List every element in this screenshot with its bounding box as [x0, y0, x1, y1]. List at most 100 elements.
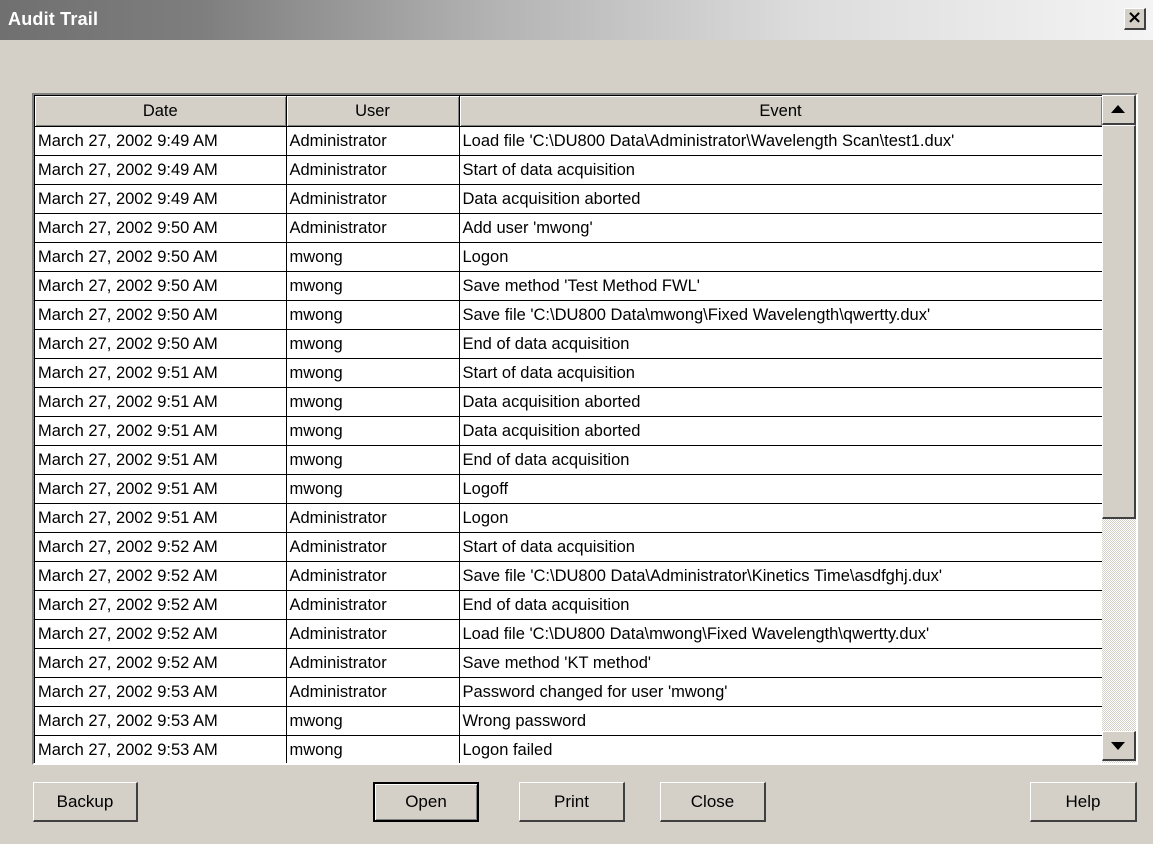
cell-date: March 27, 2002 9:53 AM — [35, 677, 287, 707]
cell-user: mwong — [286, 416, 460, 446]
cell-event: Save file 'C:\DU800 Data\mwong\Fixed Wav… — [459, 300, 1102, 330]
cell-date: March 27, 2002 9:53 AM — [35, 706, 287, 736]
scroll-up-button[interactable] — [1102, 95, 1136, 125]
cell-event: Logoff — [459, 474, 1102, 504]
help-button[interactable]: Help — [1030, 782, 1137, 822]
cell-user: mwong — [286, 474, 460, 504]
cell-event: Wrong password — [459, 706, 1102, 736]
table-row[interactable]: March 27, 2002 9:52 AM Administrator Start… — [35, 532, 1102, 562]
cell-user: mwong — [286, 242, 460, 272]
cell-date: March 27, 2002 9:52 AM — [35, 590, 287, 620]
scroll-down-button[interactable] — [1102, 731, 1136, 761]
cell-event: End of data acquisition — [459, 329, 1102, 359]
cell-event: Start of data acquisition — [459, 155, 1102, 185]
cell-user: mwong — [286, 706, 460, 736]
cell-event: Logon — [459, 503, 1102, 533]
table-row[interactable]: March 27, 2002 9:51 AM mwong Start of data… — [35, 358, 1102, 388]
audit-table: Date User Event March 27, 2002 9:49 AM Ad… — [35, 96, 1102, 763]
arrow-up-icon — [1111, 105, 1125, 113]
vertical-scrollbar[interactable] — [1102, 95, 1136, 763]
cell-date: March 27, 2002 9:51 AM — [35, 358, 287, 388]
table-row[interactable]: March 27, 2002 9:50 AM Administrator Add u… — [35, 213, 1102, 243]
cell-user: Administrator — [286, 648, 460, 678]
open-button[interactable]: Open — [373, 782, 479, 822]
cell-user: Administrator — [286, 213, 460, 243]
table-header-row: Date User Event — [35, 96, 1102, 127]
cell-user: Administrator — [286, 155, 460, 185]
cell-date: March 27, 2002 9:50 AM — [35, 271, 287, 301]
title-bar[interactable]: Audit Trail × — [0, 0, 1153, 40]
backup-button[interactable]: Backup — [33, 782, 138, 822]
table-row[interactable]: March 27, 2002 9:50 AM mwong End of data a… — [35, 329, 1102, 359]
close-button[interactable]: Close — [660, 782, 766, 822]
table-row[interactable]: March 27, 2002 9:53 AM Administrator Passw… — [35, 677, 1102, 707]
cell-user: mwong — [286, 329, 460, 359]
cell-user: mwong — [286, 358, 460, 388]
table-row[interactable]: March 27, 2002 9:53 AM mwong Logon failed — [35, 735, 1102, 763]
window-title: Audit Trail — [8, 9, 99, 29]
cell-date: March 27, 2002 9:50 AM — [35, 213, 287, 243]
table-row[interactable]: March 27, 2002 9:51 AM mwong End of data a… — [35, 445, 1102, 475]
cell-user: Administrator — [286, 503, 460, 533]
table-row[interactable]: March 27, 2002 9:49 AM Administrator Load … — [35, 126, 1102, 156]
table-row[interactable]: March 27, 2002 9:49 AM Administrator Start… — [35, 155, 1102, 185]
cell-event: Load file 'C:\DU800 Data\mwong\Fixed Wav… — [459, 619, 1102, 649]
print-button[interactable]: Print — [519, 782, 625, 822]
cell-event: Start of data acquisition — [459, 532, 1102, 562]
cell-user: Administrator — [286, 532, 460, 562]
cell-date: March 27, 2002 9:49 AM — [35, 126, 287, 156]
cell-event: Data acquisition aborted — [459, 416, 1102, 446]
cell-event: Logon failed — [459, 735, 1102, 763]
table-row[interactable]: March 27, 2002 9:52 AM Administrator End o… — [35, 590, 1102, 620]
close-icon[interactable]: × — [1124, 8, 1146, 30]
table-row[interactable]: March 27, 2002 9:52 AM Administrator Save … — [35, 648, 1102, 678]
column-header-event[interactable]: Event — [459, 96, 1102, 127]
column-header-date[interactable]: Date — [35, 96, 287, 127]
cell-event: Save method 'KT method' — [459, 648, 1102, 678]
cell-date: March 27, 2002 9:49 AM — [35, 155, 287, 185]
cell-user: Administrator — [286, 561, 460, 591]
cell-date: March 27, 2002 9:51 AM — [35, 503, 287, 533]
cell-event: Start of data acquisition — [459, 358, 1102, 388]
cell-date: March 27, 2002 9:52 AM — [35, 619, 287, 649]
cell-date: March 27, 2002 9:49 AM — [35, 184, 287, 214]
table-row[interactable]: March 27, 2002 9:49 AM Administrator Data … — [35, 184, 1102, 214]
cell-event: Data acquisition aborted — [459, 184, 1102, 214]
cell-date: March 27, 2002 9:52 AM — [35, 532, 287, 562]
cell-date: March 27, 2002 9:51 AM — [35, 416, 287, 446]
cell-event: End of data acquisition — [459, 445, 1102, 475]
cell-date: March 27, 2002 9:50 AM — [35, 300, 287, 330]
cell-user: Administrator — [286, 126, 460, 156]
cell-user: Administrator — [286, 590, 460, 620]
table-row[interactable]: March 27, 2002 9:52 AM Administrator Save … — [35, 561, 1102, 591]
table-row[interactable]: March 27, 2002 9:52 AM Administrator Load … — [35, 619, 1102, 649]
audit-grid-viewport: Date User Event March 27, 2002 9:49 AM Ad… — [34, 95, 1102, 763]
table-row[interactable]: March 27, 2002 9:51 AM mwong Data acquisit… — [35, 387, 1102, 417]
table-row[interactable]: March 27, 2002 9:50 AM mwong Logon — [35, 242, 1102, 272]
cell-date: March 27, 2002 9:52 AM — [35, 648, 287, 678]
cell-event: Data acquisition aborted — [459, 387, 1102, 417]
audit-trail-window: Audit Trail × Date User Event March 27, … — [0, 0, 1153, 844]
scroll-thumb[interactable] — [1102, 125, 1136, 519]
table-row[interactable]: March 27, 2002 9:51 AM mwong Data acquisit… — [35, 416, 1102, 446]
cell-user: mwong — [286, 300, 460, 330]
table-row[interactable]: March 27, 2002 9:50 AM mwong Save file 'C:… — [35, 300, 1102, 330]
cell-event: Save file 'C:\DU800 Data\Administrator\K… — [459, 561, 1102, 591]
cell-event: Save method 'Test Method FWL' — [459, 271, 1102, 301]
table-row[interactable]: March 27, 2002 9:53 AM mwong Wrong passwor… — [35, 706, 1102, 736]
cell-user: Administrator — [286, 677, 460, 707]
arrow-down-icon — [1111, 742, 1125, 750]
cell-event: Password changed for user 'mwong' — [459, 677, 1102, 707]
cell-date: March 27, 2002 9:52 AM — [35, 561, 287, 591]
table-row[interactable]: March 27, 2002 9:51 AM Administrator Logon — [35, 503, 1102, 533]
cell-date: March 27, 2002 9:50 AM — [35, 242, 287, 272]
cell-date: March 27, 2002 9:51 AM — [35, 387, 287, 417]
column-header-user[interactable]: User — [286, 96, 460, 127]
table-row[interactable]: March 27, 2002 9:51 AM mwong Logoff — [35, 474, 1102, 504]
cell-date: March 27, 2002 9:51 AM — [35, 474, 287, 504]
audit-grid: Date User Event March 27, 2002 9:49 AM Ad… — [32, 93, 1138, 765]
cell-date: March 27, 2002 9:51 AM — [35, 445, 287, 475]
table-row[interactable]: March 27, 2002 9:50 AM mwong Save method '… — [35, 271, 1102, 301]
table-body: March 27, 2002 9:49 AM Administrator Load … — [35, 126, 1102, 763]
cell-user: Administrator — [286, 619, 460, 649]
